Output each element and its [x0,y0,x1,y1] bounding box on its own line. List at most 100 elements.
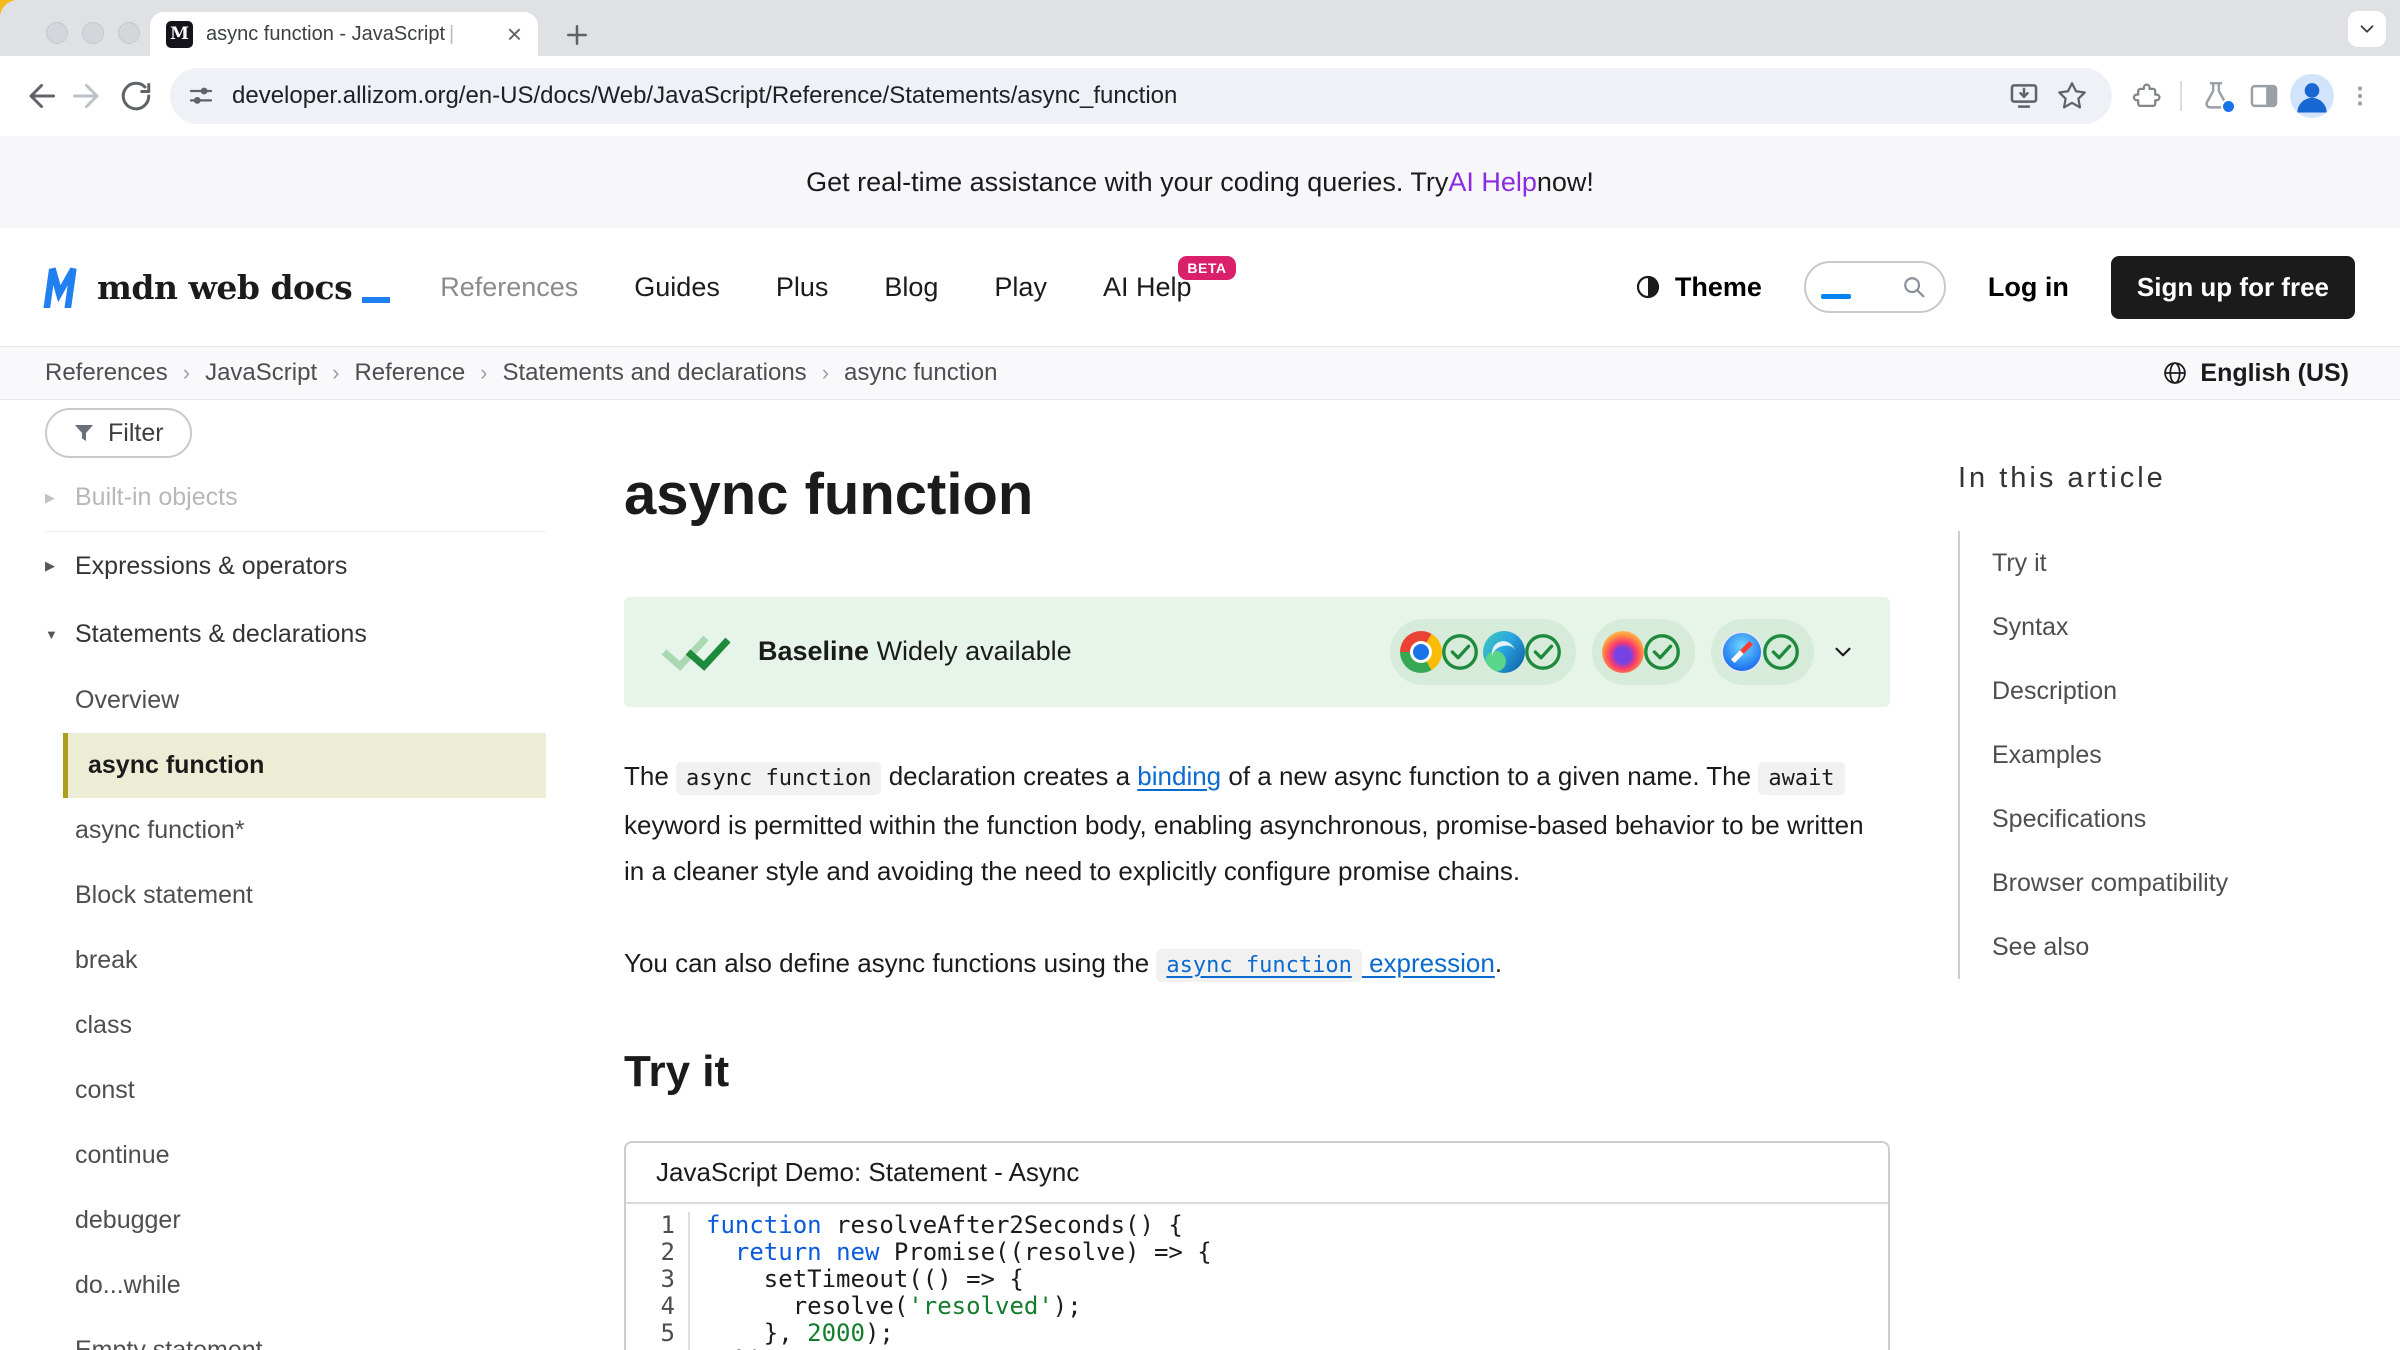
breadcrumb-item-async-function[interactable]: async function [844,359,997,387]
sidebar-item-class[interactable]: class [45,993,560,1058]
toc-list: Try it Syntax Description Examples Specifica… [1958,531,2348,979]
sidebar-filter-button[interactable]: Filter [45,408,192,458]
breadcrumb: References›JavaScript›Reference›Statemen… [45,359,997,387]
code-line: 1function resolveAfter2Seconds() { [626,1212,1888,1239]
search-input[interactable] [1804,261,1946,313]
sidebar-item-continue[interactable]: continue [45,1123,560,1188]
nav-item-blog[interactable]: Blog [884,272,938,303]
url-bar[interactable]: developer.allizom.org/en-US/docs/Web/Jav… [170,68,2112,124]
toc-item-try-it[interactable]: Try it [1992,531,2348,595]
browser-tab[interactable]: M async function - JavaScript| × [150,12,538,56]
breadcrumb-item-statements-and-declarations[interactable]: Statements and declarations [503,359,807,387]
tab-search-button[interactable] [2348,11,2386,47]
sidebar-item-empty-statement[interactable]: Empty statement [45,1318,560,1350]
login-button[interactable]: Log in [1982,271,2075,304]
breadcrumb-separator: › [480,360,487,386]
toc-link-see-also[interactable]: See also [1992,933,2089,962]
nav-item-plus[interactable]: Plus [776,272,829,303]
code-line: 2 return new Promise((resolve) => { [626,1239,1888,1266]
baseline-icon [658,632,734,672]
code-editor[interactable]: 1function resolveAfter2Seconds() {2 retu… [626,1204,1888,1350]
funnel-icon [73,422,95,444]
url-text[interactable]: developer.allizom.org/en-US/docs/Web/Jav… [232,82,2000,110]
sidebar-item-async-function[interactable]: async function [63,733,546,798]
mdn-header: mdn web docs References Guides Plus Blog Pla… [0,228,2400,346]
text-link[interactable]: expression [1362,948,1495,978]
window-controls [46,22,140,44]
search-icon[interactable] [1899,272,1929,302]
toc-item-specifications[interactable]: Specifications [1992,787,2348,851]
extensions-icon[interactable] [2122,72,2170,120]
toc-link-syntax[interactable]: Syntax [1992,613,2068,642]
window-minimize-button[interactable] [82,22,104,44]
chrome-icon [1400,631,1442,673]
reload-button[interactable] [112,72,160,120]
sidebar-section-expressions-operators[interactable]: ▶Expressions & operators [45,532,560,600]
theme-button[interactable]: Theme [1627,271,1768,304]
sidebar-item-debugger[interactable]: debugger [45,1188,560,1253]
breadcrumb-item-reference[interactable]: Reference [354,359,465,387]
toolbar-divider [2180,81,2182,111]
bookmark-star-icon[interactable] [2048,72,2096,120]
site-settings-icon[interactable] [186,81,216,111]
ai-help-link[interactable]: AI Help [1448,167,1537,198]
baseline-expand-chevron-icon[interactable] [1830,639,1856,665]
browser-menu-icon[interactable] [2336,72,2384,120]
sidebar-item-const[interactable]: const [45,1058,560,1123]
toc-item-syntax[interactable]: Syntax [1992,595,2348,659]
nav-item-play[interactable]: Play [994,272,1047,303]
code-line: 4 resolve('resolved'); [626,1293,1888,1320]
nav-item-references[interactable]: References [440,272,578,303]
labs-notification-dot [2221,99,2236,114]
text-run: . [1495,948,1502,978]
nav-item-guides[interactable]: Guides [634,272,720,303]
sidebar-item-overview[interactable]: Overview [45,668,560,733]
profile-avatar[interactable] [2288,72,2336,120]
mdn-logo[interactable]: mdn web docs [45,264,390,310]
toc-link-description[interactable]: Description [1992,677,2117,706]
signup-button[interactable]: Sign up for free [2111,256,2355,319]
toc-link-try-it[interactable]: Try it [1992,549,2047,578]
breadcrumb-separator: › [332,360,339,386]
sidebar-item-async-function[interactable]: async function* [45,798,560,863]
sidebar-item-block-statement[interactable]: Block statement [45,863,560,928]
mdn-wordmark: mdn web docs [97,268,352,307]
breadcrumb-item-references[interactable]: References [45,359,168,387]
nav-item-ai-help[interactable]: AI HelpBETA [1103,272,1192,303]
window-close-button[interactable] [46,22,68,44]
labs-flask-icon[interactable] [2192,72,2240,120]
article: async function Baseline Widely available… [624,400,1890,1350]
toc-link-specifications[interactable]: Specifications [1992,805,2146,834]
language-button[interactable]: English (US) [2155,358,2355,389]
toc-link-examples[interactable]: Examples [1992,741,2102,770]
toc-item-description[interactable]: Description [1992,659,2348,723]
text-run: declaration creates a [881,761,1137,791]
sidebar-list: ▶Built-in objects▶Expressions & operator… [45,464,560,1350]
tab-close-icon[interactable]: × [507,21,522,47]
search-caret [1821,294,1851,299]
toc-item-see-also[interactable]: See also [1992,915,2348,979]
side-panel-icon[interactable] [2240,72,2288,120]
baseline-banner: Baseline Widely available [624,597,1890,707]
text-run: keyword is permitted within the function… [624,810,1864,886]
install-app-icon[interactable] [2000,72,2048,120]
sidebar-section-statements-declarations[interactable]: ▼Statements & declarations [45,600,560,668]
toc-item-examples[interactable]: Examples [1992,723,2348,787]
sidebar-section-built-in-objects[interactable]: ▶Built-in objects [45,464,546,532]
code-link[interactable]: async function [1156,949,1361,982]
back-button[interactable] [16,72,64,120]
sidebar-item-break[interactable]: break [45,928,560,993]
forward-button[interactable] [64,72,112,120]
text-run: of a new async function to a given name.… [1221,761,1758,791]
mdn-logo-underscore [362,297,390,303]
text-run: The [624,761,676,791]
breadcrumb-item-javascript[interactable]: JavaScript [205,359,317,387]
toc-link-browser-compatibility[interactable]: Browser compatibility [1992,869,2228,898]
sidebar-item-do-while[interactable]: do...while [45,1253,560,1318]
toc-item-browser-compatibility[interactable]: Browser compatibility [1992,851,2348,915]
tab-strip: M async function - JavaScript| × [0,0,2400,56]
window-zoom-button[interactable] [118,22,140,44]
new-tab-button[interactable] [562,20,592,50]
text-link[interactable]: binding [1137,761,1221,791]
supported-check-icon [1641,631,1683,673]
